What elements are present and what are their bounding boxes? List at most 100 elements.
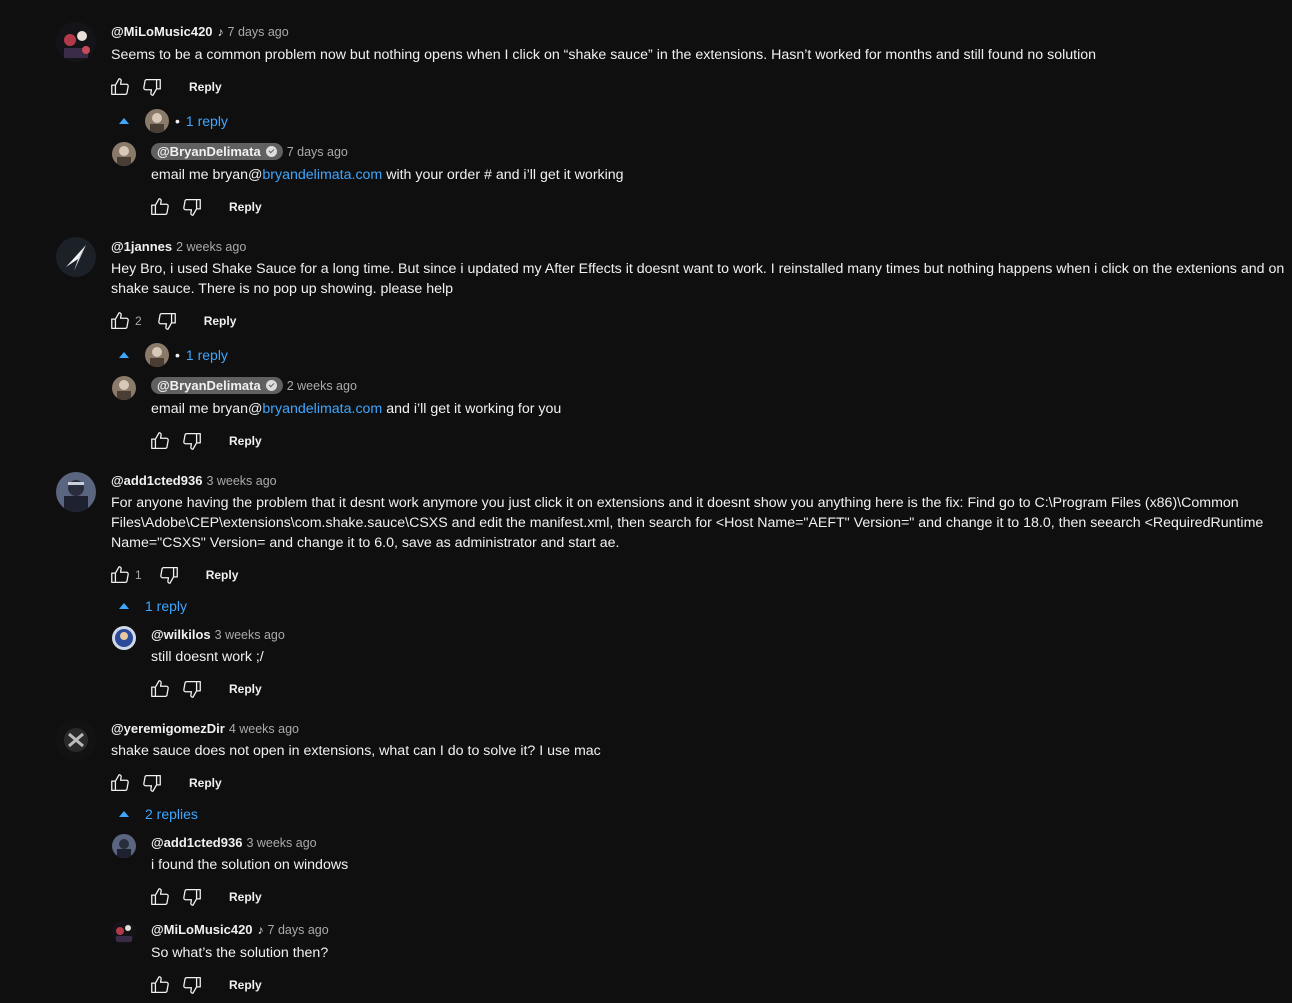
comment-author[interactable]: @yeremigomezDir [111, 721, 225, 736]
dislike-icon[interactable] [181, 678, 203, 700]
reply-time[interactable]: 3 weeks ago [246, 836, 316, 850]
replies-toggle[interactable]: 2 replies [119, 806, 198, 822]
reply-header: @MiLoMusic420 ♪ 7 days ago [151, 922, 329, 937]
avatar-image [56, 720, 96, 760]
reply-button[interactable]: Reply [229, 434, 262, 448]
reply-button[interactable]: Reply [229, 978, 262, 992]
reply-text-end: and i’ll get it working for you [382, 401, 562, 417]
comment-actions: 2 Reply [109, 309, 236, 333]
like-icon[interactable] [149, 974, 171, 996]
avatar[interactable] [112, 626, 136, 650]
reply-time[interactable]: 7 days ago [287, 145, 348, 159]
like-icon[interactable] [109, 772, 131, 794]
replies-count: 1 reply [145, 598, 188, 614]
reply-text: email me bryan@bryandelimata.com with yo… [151, 165, 624, 185]
replies-count: 2 replies [145, 806, 198, 822]
collapse-arrow-icon [119, 603, 129, 609]
music-note-icon: ♪ [257, 922, 264, 937]
comment-header: @add1cted936 3 weeks ago [111, 473, 277, 488]
avatar[interactable] [56, 22, 96, 62]
replies-count: 1 reply [185, 113, 228, 129]
comment-time[interactable]: 4 weeks ago [229, 722, 299, 736]
reply-time[interactable]: 7 days ago [268, 923, 329, 937]
avatar-image [56, 237, 96, 277]
like-count: 2 [135, 314, 142, 328]
like-icon[interactable] [109, 564, 131, 586]
reply-link[interactable]: bryandelimata.com [262, 167, 382, 183]
comment-text-line: Files\Adobe\CEP\extensions\com.shake.sau… [111, 515, 1264, 531]
comment-time[interactable]: 2 weeks ago [176, 240, 246, 254]
reply-author: @BryanDelimata [157, 144, 261, 159]
avatar[interactable] [112, 376, 136, 400]
avatar-image [112, 142, 136, 166]
collapse-arrow-icon [119, 811, 129, 817]
comment-text: Seems to be a common problem now but not… [111, 47, 1096, 63]
reply-time[interactable]: 3 weeks ago [215, 628, 285, 642]
reply-button[interactable]: Reply [204, 314, 237, 328]
avatar[interactable] [56, 472, 96, 512]
like-icon[interactable] [109, 76, 131, 98]
reply-link[interactable]: bryandelimata.com [262, 401, 382, 417]
like-icon[interactable] [149, 196, 171, 218]
like-icon[interactable] [149, 430, 171, 452]
reply-text-start: email me bryan@ [151, 401, 263, 417]
reply-header: @wilkilos 3 weeks ago [151, 627, 285, 642]
avatar[interactable] [56, 237, 96, 277]
music-note-icon: ♪ [217, 24, 224, 39]
avatar[interactable] [56, 720, 96, 760]
avatar[interactable] [112, 142, 136, 166]
replies-toggle[interactable]: • 1 reply [119, 343, 228, 367]
reply-author[interactable]: @add1cted936 [151, 835, 242, 850]
reply-text-end: with your order # and i’ll get it workin… [382, 167, 624, 183]
comment-actions: Reply [109, 75, 222, 99]
dislike-icon[interactable] [181, 430, 203, 452]
dislike-icon[interactable] [141, 76, 163, 98]
comment-text-line: Name="CSXS" Version= and change it to 6.… [111, 535, 620, 551]
like-icon[interactable] [149, 886, 171, 908]
reply-button[interactable]: Reply [229, 682, 262, 696]
reply-author[interactable]: @MiLoMusic420 [151, 922, 253, 937]
comment-time[interactable]: 3 weeks ago [206, 474, 276, 488]
reply-text: email me bryan@bryandelimata.com and i’l… [151, 399, 561, 419]
like-icon[interactable] [109, 310, 131, 332]
like-icon[interactable] [149, 678, 171, 700]
reply-actions: Reply [149, 973, 262, 997]
dislike-icon[interactable] [181, 886, 203, 908]
dislike-icon[interactable] [156, 310, 178, 332]
reply-text: So what’s the solution then? [151, 945, 329, 961]
verified-check-icon [265, 146, 277, 157]
avatar-image [56, 22, 96, 62]
creator-badge[interactable]: @BryanDelimata [151, 143, 283, 160]
comment-text: Hey Bro, i used Shake Sauce for a long t… [111, 259, 1284, 299]
comment-time[interactable]: 7 days ago [228, 25, 289, 39]
collapse-arrow-icon [119, 352, 129, 358]
reply-text: i found the solution on windows [151, 857, 349, 873]
dislike-icon[interactable] [158, 564, 180, 586]
avatar[interactable] [112, 920, 136, 944]
reply-button[interactable]: Reply [229, 200, 262, 214]
reply-text: still doesnt work ;/ [151, 649, 264, 665]
reply-actions: Reply [149, 885, 262, 909]
creator-badge[interactable]: @BryanDelimata [151, 377, 283, 394]
comment-author[interactable]: @1jannes [111, 239, 172, 254]
creator-avatar [145, 343, 169, 367]
comment-header: @MiLoMusic420 ♪ 7 days ago [111, 24, 289, 39]
dislike-icon[interactable] [181, 974, 203, 996]
avatar[interactable] [112, 834, 136, 858]
comment-actions: 1 Reply [109, 563, 238, 587]
replies-toggle[interactable]: • 1 reply [119, 109, 228, 133]
reply-actions: Reply [149, 429, 262, 453]
comment-author[interactable]: @add1cted936 [111, 473, 202, 488]
comment-author[interactable]: @MiLoMusic420 [111, 24, 213, 39]
comment-actions: Reply [109, 771, 222, 795]
dislike-icon[interactable] [141, 772, 163, 794]
reply-button[interactable]: Reply [189, 776, 222, 790]
avatar-image [112, 626, 136, 650]
replies-toggle[interactable]: 1 reply [119, 598, 187, 614]
reply-time[interactable]: 2 weeks ago [287, 379, 357, 393]
dislike-icon[interactable] [181, 196, 203, 218]
reply-button[interactable]: Reply [229, 890, 262, 904]
reply-button[interactable]: Reply [189, 80, 222, 94]
reply-author[interactable]: @wilkilos [151, 627, 211, 642]
reply-button[interactable]: Reply [206, 568, 239, 582]
